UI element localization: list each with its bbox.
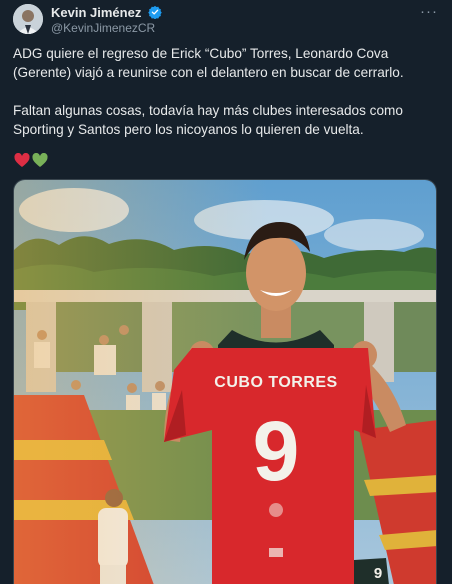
jersey-name-text: CUBO TORRES	[214, 374, 337, 391]
tweet: Kevin Jiménez @KevinJimenezCR ··· ADG qu…	[0, 0, 452, 584]
more-options-icon[interactable]: ···	[420, 3, 438, 20]
tweet-paragraph-2: Faltan algunas cosas, todavía hay más cl…	[13, 103, 403, 137]
jersey-number-text: 9	[253, 404, 300, 498]
author-handle[interactable]: @KevinJimenezCR	[51, 21, 155, 35]
author-name[interactable]: Kevin Jiménez	[51, 5, 162, 22]
verified-badge-icon	[148, 5, 162, 22]
red-heart-icon	[14, 152, 30, 173]
shorts-number-text: 9	[374, 565, 382, 582]
tweet-media-photo[interactable]: CUBO TORRES 9 9	[13, 179, 437, 584]
author-avatar[interactable]	[13, 4, 43, 34]
tweet-paragraph-1: ADG quiere el regreso de Erick “Cubo” To…	[13, 46, 404, 80]
tweet-text: ADG quiere el regreso de Erick “Cubo” To…	[13, 44, 438, 139]
green-heart-icon	[32, 152, 48, 173]
emoji-row	[14, 152, 48, 173]
author-name-text[interactable]: Kevin Jiménez	[51, 5, 141, 20]
